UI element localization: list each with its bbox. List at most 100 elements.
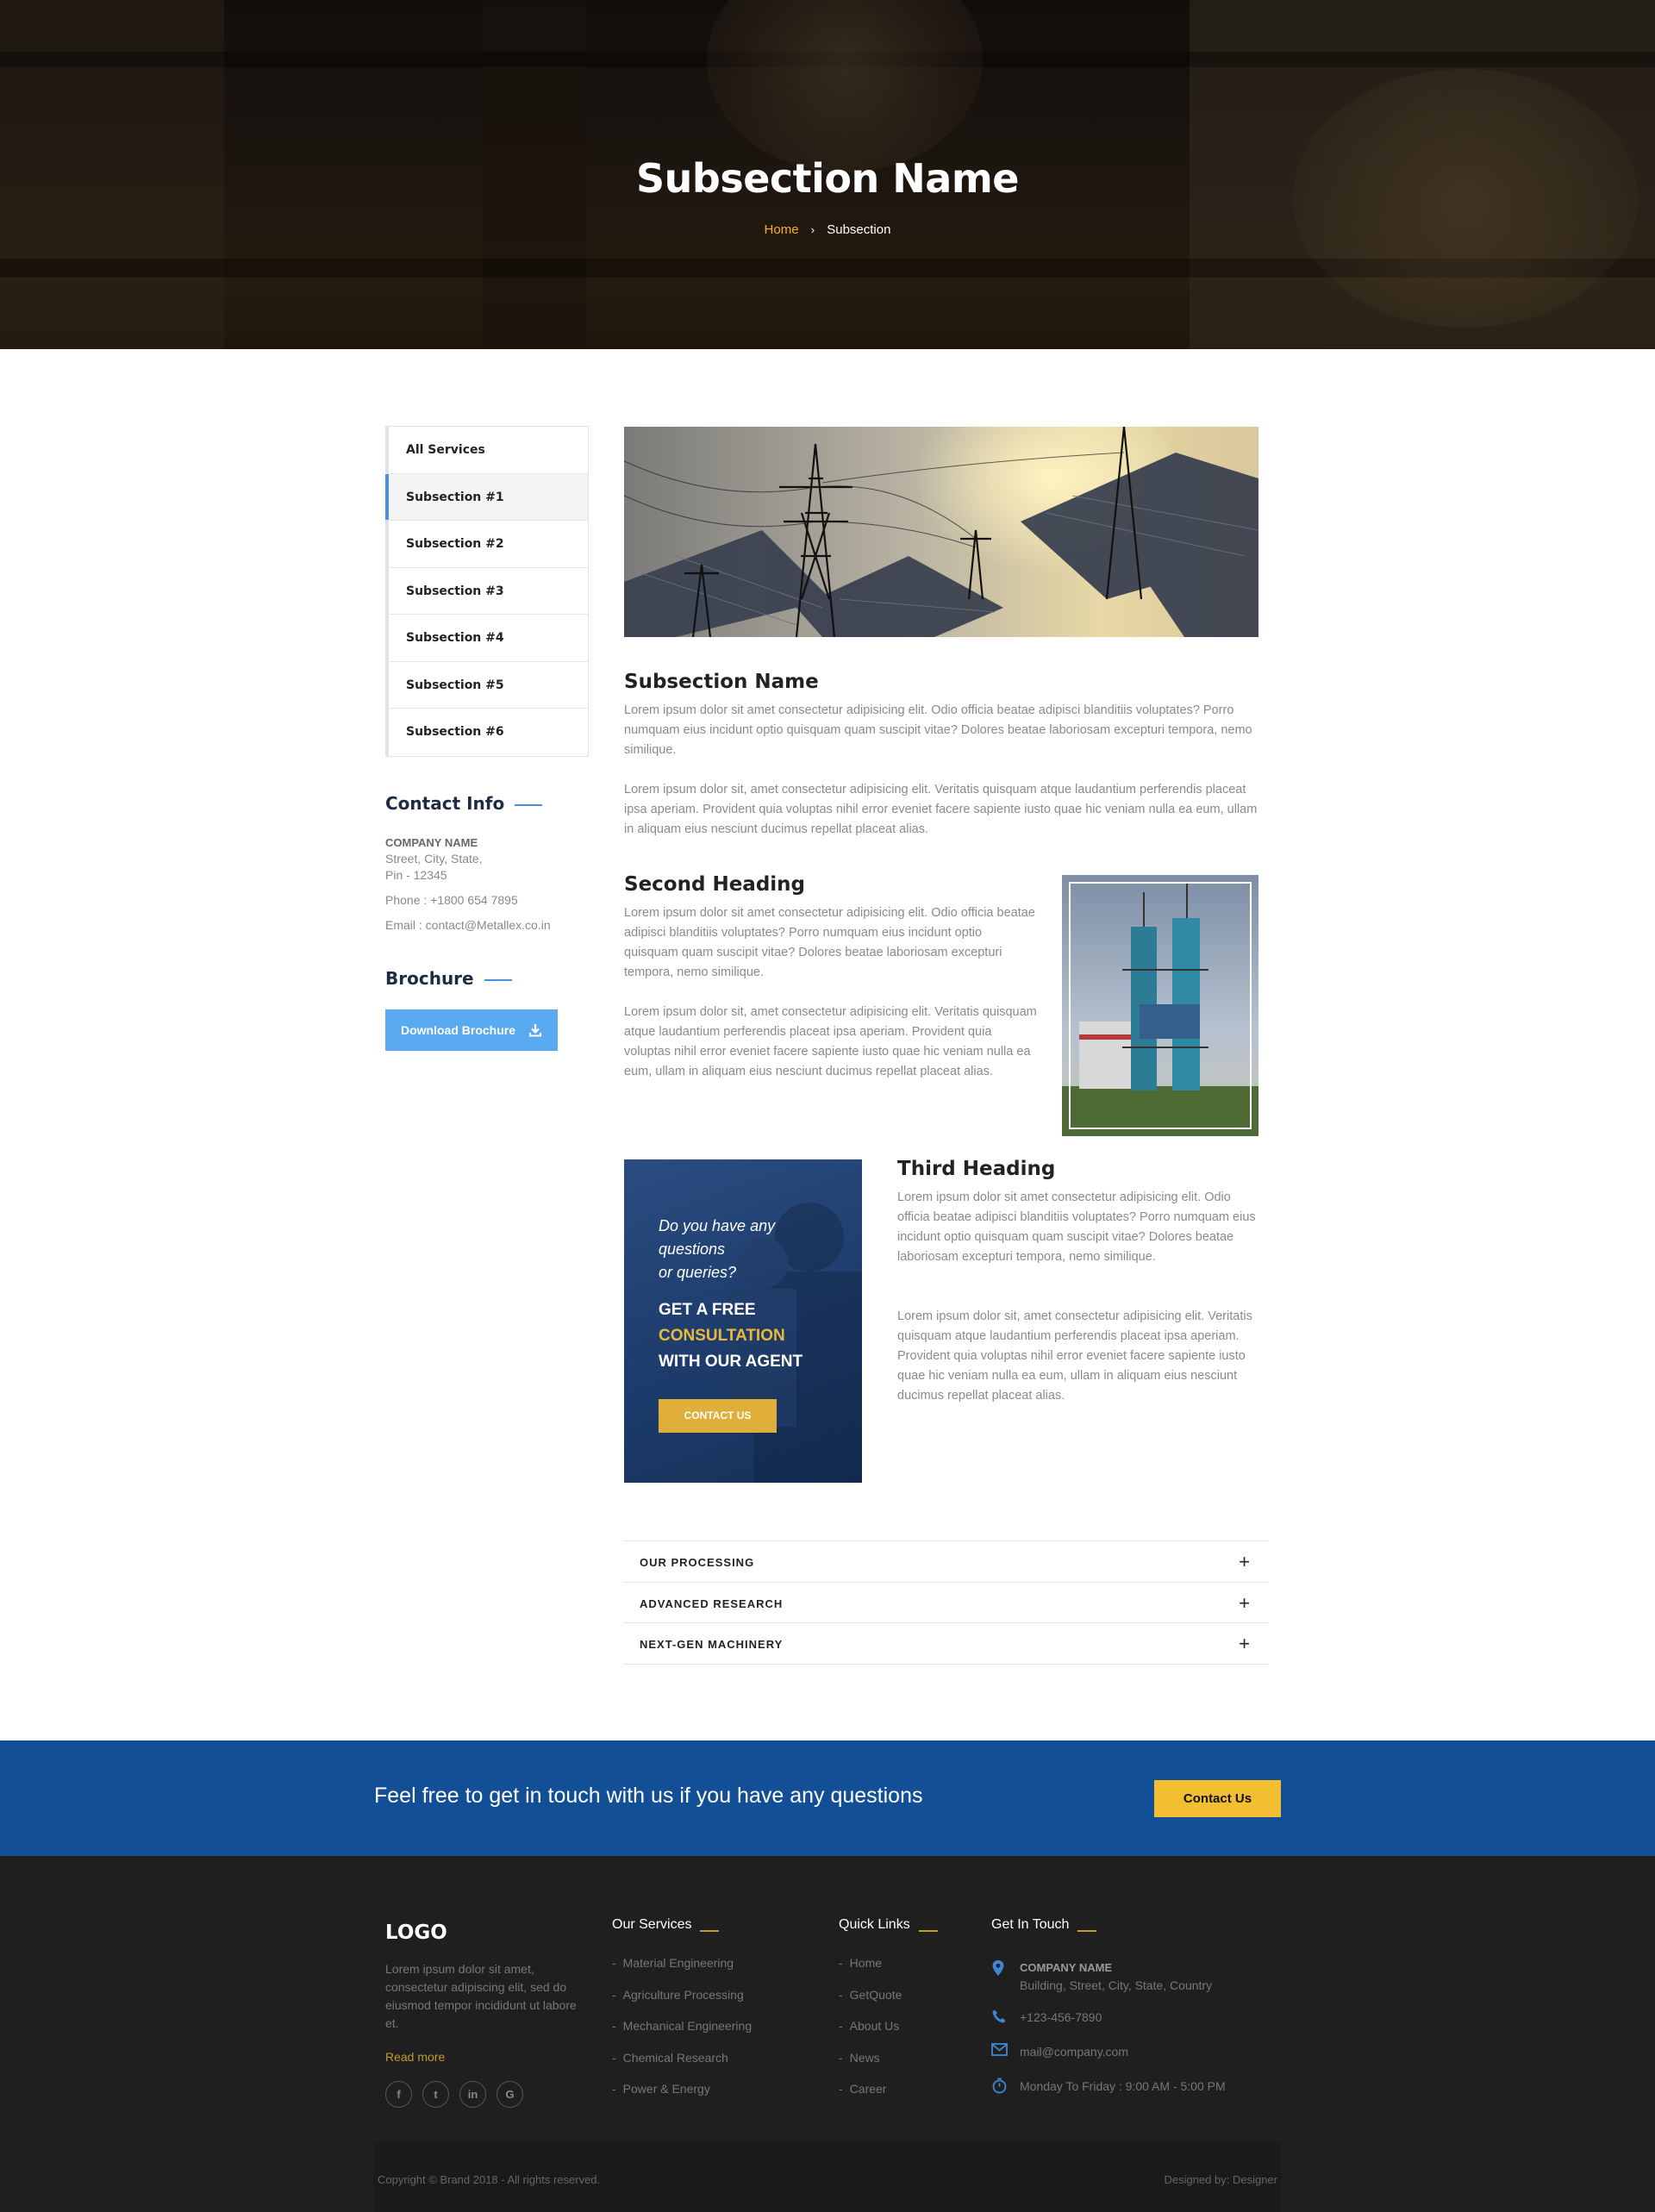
page-title: Subsection Name [636,155,1019,202]
footer-logo[interactable]: LOGO [385,1921,447,1944]
footer-about: Lorem ipsum dolor sit amet, consectetur … [385,1962,577,2030]
footer-phone: +123-456-7890 [991,2009,1102,2026]
heading-underline [700,1930,720,1932]
contact-banner: Feel free to get in touch with us if you… [0,1740,1655,1856]
section1-paragraph-2: Lorem ipsum dolor sit, amet consectetur … [624,783,1258,836]
footer-services-heading-text: Our Services [612,1917,692,1932]
footer-quick-link[interactable]: Career [839,2082,902,2114]
section2-paragraph-1: Lorem ipsum dolor sit amet consectetur a… [624,906,1035,979]
footer-hours-text: Monday To Friday : 9:00 AM - 5:00 PM [1020,2079,1226,2093]
footer-quick-link[interactable]: News [839,2051,902,2083]
services-menu-item-4[interactable]: Subsection #4 [389,615,588,662]
accordion-item-label: NEXT-GEN MACHINERY [640,1638,784,1651]
section1-heading: Subsection Name [624,671,819,693]
cta-offer-line: GET A FREE [659,1301,756,1319]
cta-question-line: Do you have any [659,1217,776,1234]
footer-touch-heading-text: Get In Touch [991,1917,1070,1932]
plus-icon[interactable]: + [1239,1592,1250,1615]
twitter-icon[interactable]: t [422,2081,449,2108]
chevron-right-icon: › [810,223,815,236]
contact-email[interactable]: Email : contact@Metallex.co.in [385,917,592,934]
services-menu-item-2[interactable]: Subsection #2 [389,521,588,568]
services-menu-item-1[interactable]: Subsection #1 [385,473,588,521]
download-brochure-button[interactable]: Download Brochure [385,1009,558,1051]
footer-service-link[interactable]: Power & Energy [612,2082,752,2114]
footer-service-link[interactable]: Material Engineering [612,1956,752,1988]
linkedin-icon[interactable]: in [459,2081,486,2108]
footer-links-heading: Quick Links [839,1917,938,1933]
phone-icon [992,2009,1006,2023]
section2-heading: Second Heading [624,873,805,896]
heading-underline [515,803,543,806]
brochure-heading: Brochure [385,968,512,989]
contact-banner-button[interactable]: Contact Us [1154,1780,1281,1817]
footer-email: mail@company.com [991,2043,1128,2060]
contact-info: COMPANY NAME Street, City, State, Pin - … [385,834,592,934]
plus-icon[interactable]: + [1239,1633,1250,1655]
section3-paragraph-2: Lorem ipsum dolor sit, amet consectetur … [897,1309,1252,1403]
footer-quick-links: Home GetQuote About Us News Career [839,1956,902,2114]
accordion-item-research[interactable]: ADVANCED RESEARCH + [624,1583,1269,1623]
download-brochure-label: Download Brochure [401,1023,516,1037]
contact-info-heading: Contact Info [385,793,543,814]
services-menu-item-3[interactable]: Subsection #3 [389,568,588,615]
designer-credit[interactable]: Designed by: Designer [1164,2173,1277,2186]
section3-paragraph-1: Lorem ipsum dolor sit amet consectetur a… [897,1190,1256,1264]
footer-address: COMPANY NAME Building, Street, City, Sta… [991,1959,1212,1994]
contact-address-line2: Pin - 12345 [385,868,447,882]
breadcrumb-home-link[interactable]: Home [765,222,799,237]
social-links: f t in G [385,2081,534,2108]
section1-paragraph-1: Lorem ipsum dolor sit amet consectetur a… [624,703,1252,757]
heading-underline [918,1930,938,1932]
footer-phone-text[interactable]: +123-456-7890 [1020,2009,1102,2026]
facebook-icon[interactable]: f [385,2081,412,2108]
accordion-item-label: ADVANCED RESEARCH [640,1597,784,1610]
breadcrumb: Home › Subsection [0,222,1655,237]
heading-underline [484,978,512,981]
footer: LOGO Lorem ipsum dolor sit amet, consect… [0,1856,1655,2212]
contact-banner-text: Feel free to get in touch with us if you… [374,1784,923,1808]
footer-touch-heading: Get In Touch [991,1917,1097,1933]
services-menu-item-5[interactable]: Subsection #5 [389,662,588,709]
footer-quick-link[interactable]: Home [839,1956,902,1988]
heading-underline [1077,1930,1097,1932]
footer-service-link[interactable]: Chemical Research [612,2051,752,2083]
industrial-plant-image [1062,875,1258,1136]
accordion: OUR PROCESSING + ADVANCED RESEARCH + NEX… [624,1540,1269,1665]
footer-links-heading-text: Quick Links [839,1917,910,1932]
footer-service-link[interactable]: Mechanical Engineering [612,2019,752,2051]
footer-email-text[interactable]: mail@company.com [1020,2043,1128,2060]
cta-offer-line: WITH OUR AGENT [659,1353,803,1371]
stopwatch-icon [992,2078,1007,2094]
cta-offer: GET A FREE CONSULTATION WITH OUR AGENT [659,1297,803,1375]
footer-services-list: Material Engineering Agriculture Process… [612,1956,752,2114]
page-hero: Subsection Name Home › Subsection [0,0,1655,349]
accordion-item-label: OUR PROCESSING [640,1556,755,1569]
cta-offer-highlight: CONSULTATION [659,1327,785,1345]
google-icon[interactable]: G [496,2081,523,2108]
contact-company-name: COMPANY NAME [385,836,478,849]
section2-paragraph-2: Lorem ipsum dolor sit, amet consectetur … [624,1005,1037,1078]
services-menu: All Services Subsection #1 Subsection #2… [385,426,589,757]
contact-info-heading-text: Contact Info [385,793,505,814]
breadcrumb-current: Subsection [827,222,891,237]
footer-address-text: Building, Street, City, State, Country [1020,1978,1213,1992]
footer-quick-link[interactable]: GetQuote [839,1988,902,2020]
mail-icon [991,2043,1008,2056]
footer-services-heading: Our Services [612,1917,720,1933]
footer-quick-link[interactable]: About Us [839,2019,902,2051]
footer-bottom-bar: Copyright © Brand 2018 - All rights rese… [374,2142,1281,2212]
download-icon [529,1024,541,1037]
consultation-cta-card: Do you have any questions or queries? GE… [624,1159,862,1483]
cta-contact-button[interactable]: CONTACT US [659,1399,777,1433]
cta-question-line: or queries? [659,1264,737,1281]
plus-icon[interactable]: + [1239,1551,1250,1573]
services-menu-item-6[interactable]: Subsection #6 [389,709,588,756]
footer-service-link[interactable]: Agriculture Processing [612,1988,752,2020]
accordion-item-machinery[interactable]: NEXT-GEN MACHINERY + [624,1623,1269,1665]
services-menu-item-all[interactable]: All Services [389,427,588,474]
solar-panels-image [624,427,1258,637]
copyright-text: Copyright © Brand 2018 - All rights rese… [378,2173,601,2186]
accordion-item-processing[interactable]: OUR PROCESSING + [624,1541,1269,1583]
footer-read-more-link[interactable]: Read more [385,2050,445,2064]
